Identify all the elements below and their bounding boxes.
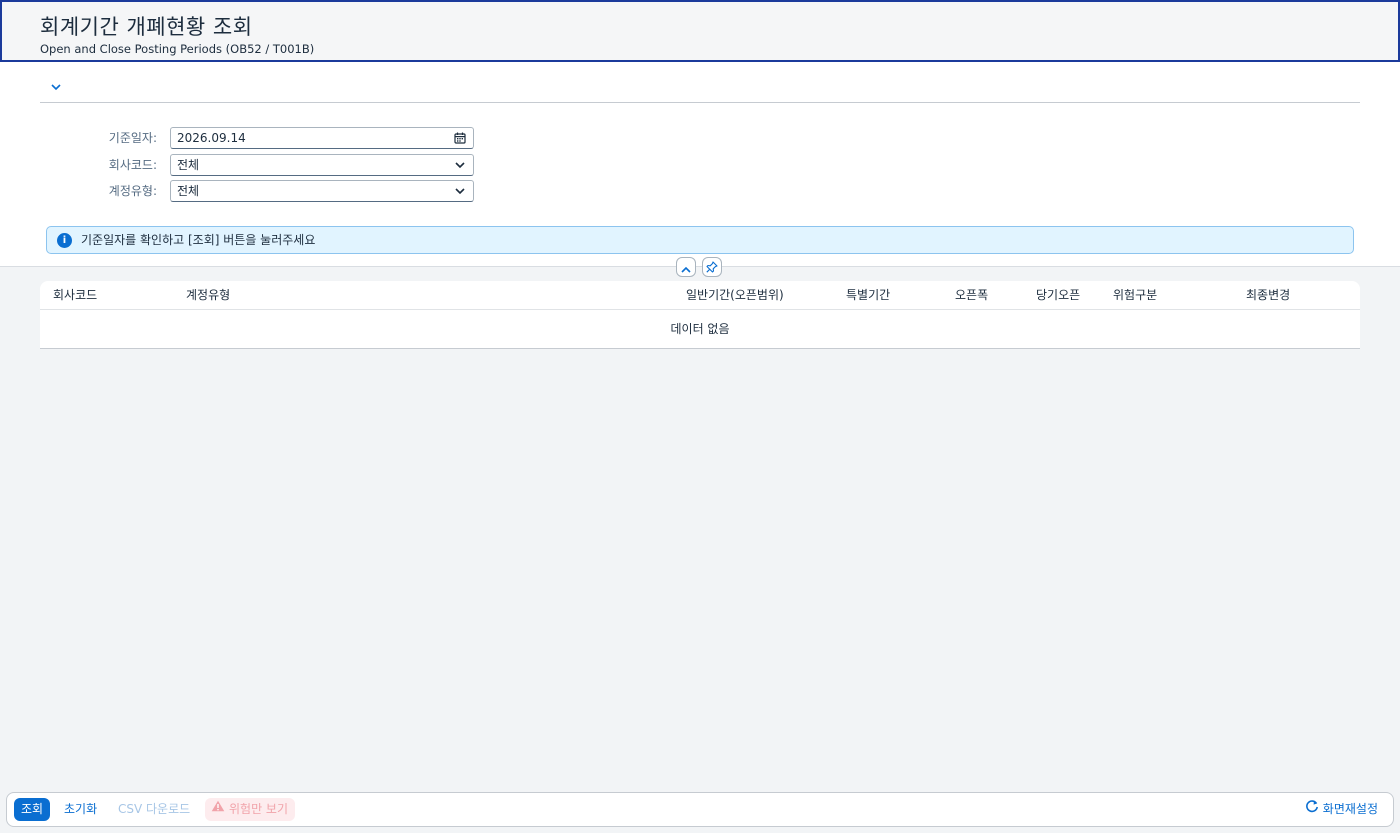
footer-toolbar: 조회 초기화 CSV 다운로드 위험만 보기 화면재설정 [6,792,1394,827]
column-header-normal-period[interactable]: 일반기간(오픈범위) [686,281,784,309]
filter-bar: 기준일자: 2026.09.14 회사코드: 전체 계정유형: 전체 i 기준일… [0,62,1400,267]
company-label: 회사코드: [108,158,157,172]
chevron-down-icon[interactable] [453,155,467,175]
screen-reset-label: 화면재설정 [1322,802,1378,816]
warning-icon [211,797,225,820]
column-header-last-changed[interactable]: 최종변경 [1246,281,1290,309]
collapse-header-button[interactable] [676,257,696,277]
risk-only-label: 위험만 보기 [229,802,289,816]
chevron-down-icon[interactable] [453,181,467,201]
company-value: 전체 [177,158,200,172]
column-header-current-open[interactable]: 당기오픈 [1036,281,1080,309]
pin-header-button[interactable] [702,257,722,277]
info-icon: i [57,233,72,248]
account-type-label: 계정유형: [108,184,157,198]
results-table: 회사코드 계정유형 일반기간(오픈범위) 특별기간 오픈폭 당기오픈 위험구분 … [40,281,1360,349]
date-value: 2026.09.14 [177,131,246,145]
screen-reset-button[interactable]: 화면재설정 [1298,798,1385,821]
column-header-account-type[interactable]: 계정유형 [186,281,230,309]
chevron-up-icon [681,258,691,277]
info-message-strip: i 기준일자를 확인하고 [조회] 버튼을 눌러주세요 [46,226,1354,254]
filter-divider [40,102,1360,103]
calendar-icon[interactable] [453,128,467,148]
risk-only-button[interactable]: 위험만 보기 [205,797,296,821]
page-subtitle: Open and Close Posting Periods (OB52 / T… [40,42,315,56]
column-header-company[interactable]: 회사코드 [53,281,97,309]
info-message: 기준일자를 확인하고 [조회] 버튼을 눌러주세요 [81,233,316,247]
column-header-risk[interactable]: 위험구분 [1113,281,1157,309]
reset-button[interactable]: 초기화 [57,798,104,821]
search-button[interactable]: 조회 [14,798,51,821]
empty-table-message: 데이터 없음 [670,322,730,336]
date-input[interactable]: 2026.09.14 [170,127,474,149]
column-header-special-period[interactable]: 특별기간 [846,281,890,309]
account-type-select[interactable]: 전체 [170,180,474,202]
page-header: 회계기간 개폐현황 조회 Open and Close Posting Peri… [0,0,1400,62]
chevron-down-icon[interactable] [48,80,64,96]
refresh-icon [1305,798,1319,821]
column-header-open-width[interactable]: 오픈폭 [955,281,988,309]
page-title: 회계기간 개폐현황 조회 [40,15,253,39]
pin-icon [706,258,718,277]
csv-download-button[interactable]: CSV 다운로드 [111,798,197,821]
table-header: 회사코드 계정유형 일반기간(오픈범위) 특별기간 오픈폭 당기오픈 위험구분 … [40,281,1360,310]
account-type-value: 전체 [177,184,200,198]
date-label: 기준일자: [108,131,157,145]
company-select[interactable]: 전체 [170,154,474,176]
